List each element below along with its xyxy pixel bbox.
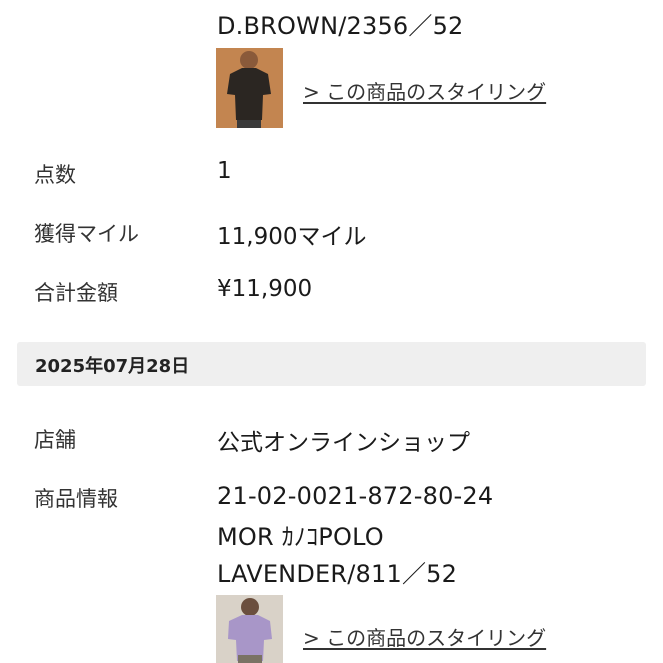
store-label: 店舗 <box>34 428 76 452</box>
product-info-label: 商品情報 <box>34 487 118 511</box>
quantity-label: 点数 <box>34 163 76 187</box>
miles-value: 11,900マイル <box>217 224 367 250</box>
product-line-color-size: D.BROWN/2356／52 <box>217 12 464 40</box>
product-name: MOR ｶﾉｺPOLO <box>217 523 384 551</box>
order-date: 2025年07月28日 <box>35 356 190 377</box>
product-thumbnail-brown[interactable] <box>216 48 283 128</box>
product-code: 21-02-0021-872-80-24 <box>217 482 494 510</box>
product-color-size: LAVENDER/811／52 <box>217 560 458 588</box>
order-date-header: 2025年07月28日 <box>17 342 646 386</box>
purchase-history-page: D.BROWN/2356／52 > この商品のスタイリング 点数 1 獲得マイル… <box>0 0 663 663</box>
miles-label: 獲得マイル <box>34 222 139 246</box>
styling-link-top[interactable]: > この商品のスタイリング <box>303 76 546 105</box>
quantity-value: 1 <box>217 158 232 184</box>
store-value: 公式オンラインショップ <box>217 430 470 456</box>
styling-link-bottom[interactable]: > この商品のスタイリング <box>303 622 546 651</box>
total-value: ¥11,900 <box>217 276 313 302</box>
total-label: 合計金額 <box>34 281 118 305</box>
product-thumbnail-lavender[interactable] <box>216 595 283 663</box>
